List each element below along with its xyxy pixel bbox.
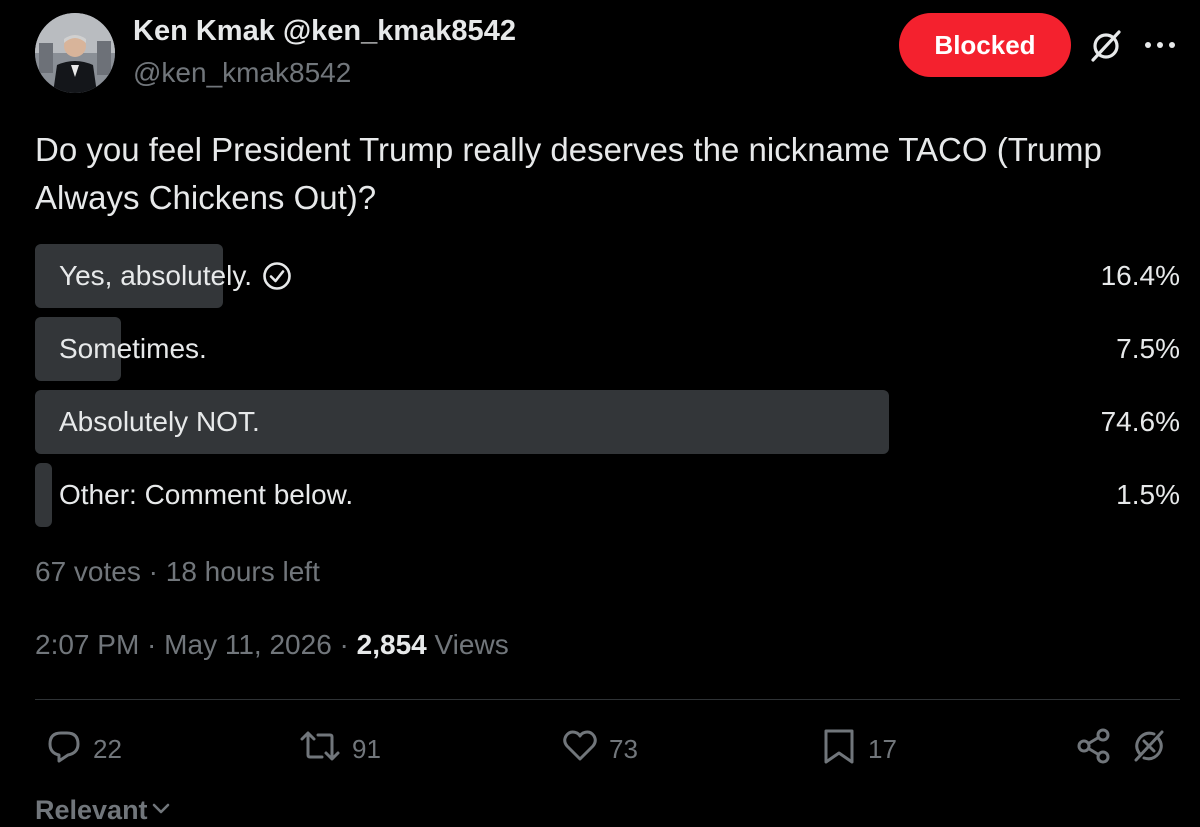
views-count: 2,854 — [356, 629, 427, 660]
more-icon[interactable] — [1142, 30, 1178, 60]
bookmark-icon — [820, 727, 858, 772]
reply-icon — [45, 727, 83, 772]
reply-button[interactable]: 22 — [45, 728, 122, 770]
post-text: Do you feel President Trump really deser… — [35, 131, 1102, 216]
share-button[interactable] — [1075, 728, 1113, 770]
repost-button[interactable]: 91 — [298, 728, 381, 770]
post-time[interactable]: 2:07 PM — [35, 629, 139, 660]
poll-option-label: Yes, absolutely. — [59, 260, 253, 291]
grok-icon[interactable] — [1088, 28, 1124, 64]
poll-votes: 67 votes — [35, 556, 141, 587]
bookmark-count: 17 — [868, 733, 897, 764]
separator: · — [331, 629, 357, 660]
poll-option-label: Sometimes. — [59, 333, 207, 364]
share-icon — [1075, 727, 1113, 772]
poll-option-sometimes[interactable]: Sometimes. 7.5% — [35, 317, 1180, 381]
poll-meta: 67 votes · 18 hours left — [35, 556, 320, 588]
poll-option-other[interactable]: Other: Comment below. 1.5% — [35, 463, 1180, 527]
like-button[interactable]: 73 — [561, 728, 638, 770]
chevron-down-icon — [148, 795, 172, 826]
separator: · — [140, 556, 166, 587]
poll-option-absolutely-not[interactable]: Absolutely NOT. 74.6% — [35, 390, 1180, 454]
author-handle[interactable]: @ken_kmak8542 — [133, 57, 351, 89]
post-meta: 2:07 PM · May 11, 2026 · 2,854 Views — [35, 629, 509, 661]
author-display-name[interactable]: Ken Kmak @ken_kmak8542 — [133, 15, 516, 48]
poll-option-percent: 74.6% — [1100, 406, 1180, 437]
poll-option-label: Other: Comment below. — [59, 479, 354, 510]
grok-analyze-button[interactable] — [1130, 728, 1168, 770]
divider — [35, 699, 1180, 700]
repost-count: 91 — [352, 733, 381, 764]
poll-option-percent: 16.4% — [1100, 260, 1180, 291]
poll-option-percent: 1.5% — [1116, 479, 1180, 510]
views-label: Views — [434, 629, 509, 660]
separator: · — [139, 629, 165, 660]
poll-bar — [35, 463, 52, 527]
like-count: 73 — [609, 733, 638, 764]
heart-icon — [561, 727, 599, 772]
poll-option-percent: 7.5% — [1116, 333, 1180, 364]
sort-relevant-dropdown[interactable]: Relevant — [35, 795, 172, 826]
check-circle-icon — [262, 261, 292, 291]
bookmark-button[interactable]: 17 — [820, 728, 897, 770]
sort-label: Relevant — [35, 795, 148, 825]
grok-analyze-icon — [1130, 727, 1168, 772]
reply-count: 22 — [93, 733, 122, 764]
post-date[interactable]: May 11, 2026 — [164, 629, 332, 660]
poll-option-label: Absolutely NOT. — [59, 406, 260, 437]
repost-icon — [298, 727, 342, 772]
avatar[interactable] — [35, 13, 115, 93]
poll-time-left: 18 hours left — [165, 556, 320, 587]
blocked-button[interactable]: Blocked — [899, 13, 1071, 77]
poll-option-yes[interactable]: Yes, absolutely. 16.4% — [35, 244, 1180, 308]
